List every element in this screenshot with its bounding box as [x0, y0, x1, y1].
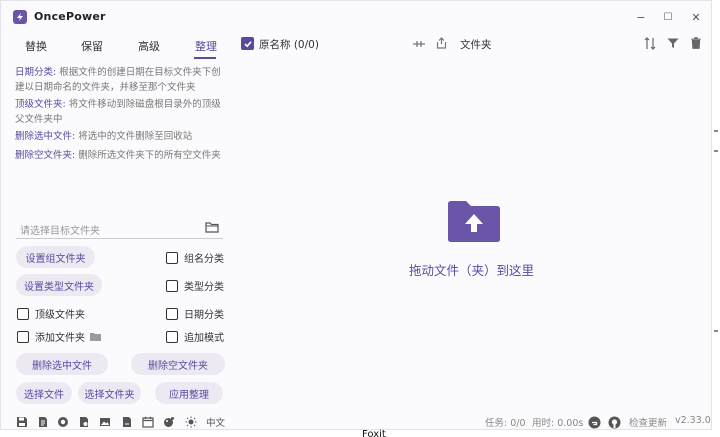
active-tab-indicator: [194, 57, 216, 59]
delete-selected-button[interactable]: 删除选中文件: [16, 353, 108, 375]
checkbox-label: 类型分类: [184, 282, 224, 293]
original-name-checkbox[interactable]: [241, 37, 254, 50]
background-edge-mark: [714, 130, 718, 132]
background-edge-mark: [714, 150, 718, 152]
folder-column-header[interactable]: 文件夹: [460, 37, 492, 52]
set-group-folder-button[interactable]: 设置组文件夹: [16, 246, 95, 268]
background-window-text: Foxit: [362, 429, 386, 437]
group-classify-checkbox[interactable]: 组名分类: [166, 250, 224, 265]
app-title: OncePower: [34, 10, 106, 23]
drop-zone-text: 拖动文件（夹）到这里: [409, 263, 535, 278]
add-folder-checkbox[interactable]: 添加文件夹: [17, 329, 102, 344]
select-folders-button[interactable]: 选择文件夹: [78, 382, 141, 404]
checkbox-label: 组名分类: [184, 254, 224, 265]
target-folder-input[interactable]: 请选择目标文件夹: [16, 217, 223, 239]
calendar-icon[interactable]: [142, 416, 154, 428]
checkbox-box[interactable]: [17, 330, 29, 343]
github-icon[interactable]: [608, 416, 621, 429]
desc-key: 删除选中文件:: [15, 131, 76, 142]
desc-date-classify: 日期分类: 根据文件的创建日期在目标文件夹下创建以日期命名的文件夹，并移至那个文…: [15, 65, 229, 95]
target-folder-placeholder: 请选择目标文件夹: [20, 226, 100, 237]
app-window: OncePower − ☐ ✕ 替换 保留 高级 整理 日期分类: 根据文件的创…: [0, 0, 712, 430]
set-type-folder-button[interactable]: 设置类型文件夹: [16, 274, 102, 296]
tab-advanced[interactable]: 高级: [138, 37, 160, 55]
export-icon[interactable]: [436, 37, 447, 49]
date-classify-checkbox[interactable]: 日期分类: [166, 306, 224, 321]
folder-icon: [90, 332, 101, 341]
background-edge-mark: [714, 330, 718, 332]
background-window-edge: [712, 0, 720, 437]
image-icon[interactable]: [99, 416, 111, 428]
document-list-icon[interactable]: [37, 416, 49, 428]
desc-delete-selected: 删除选中文件: 将选中的文件删除至回收站: [15, 129, 229, 144]
apply-organize-button[interactable]: 应用整理: [155, 382, 223, 404]
tab-replace[interactable]: 替换: [25, 37, 47, 55]
checkbox-box[interactable]: [166, 330, 178, 343]
select-files-button[interactable]: 选择文件: [16, 382, 72, 404]
task-count: 任务: 0/0: [485, 418, 526, 429]
desc-text: 将选中的文件删除至回收站: [75, 131, 193, 142]
app-logo-icon: [13, 10, 27, 24]
desc-key: 顶级文件夹:: [15, 99, 66, 110]
close-button[interactable]: ✕: [688, 9, 704, 25]
original-name-label: 原名称 (0/0): [259, 39, 319, 51]
append-mode-checkbox[interactable]: 追加模式: [166, 329, 224, 344]
tab-organize[interactable]: 整理: [195, 37, 217, 55]
upload-folder-icon[interactable]: [448, 200, 500, 242]
gitee-icon[interactable]: [588, 416, 601, 429]
checkbox-box[interactable]: [166, 251, 178, 264]
sort-icon[interactable]: [644, 37, 656, 50]
language-toggle[interactable]: 中文: [206, 415, 225, 429]
filter-icon[interactable]: [667, 38, 679, 49]
checkbox-box[interactable]: [166, 279, 178, 292]
desc-text: 删除所选文件夹下的所有空文件夹: [75, 150, 221, 161]
checkbox-label: 日期分类: [184, 310, 224, 321]
power-icon[interactable]: [57, 416, 69, 428]
file-icon[interactable]: [121, 416, 133, 428]
minimize-button[interactable]: −: [633, 9, 649, 25]
checkbox-box[interactable]: [166, 307, 178, 320]
palette-icon[interactable]: [163, 416, 175, 428]
tab-bar: 替换 保留 高级 整理: [15, 37, 225, 57]
checkbox-label: 追加模式: [184, 333, 224, 344]
checkbox-label: 添加文件夹: [35, 333, 85, 344]
desc-delete-empty: 删除空文件夹: 删除所选文件夹下的所有空文件夹: [15, 148, 229, 163]
check-update-link[interactable]: 检查更新: [629, 415, 667, 429]
save-icon[interactable]: [16, 416, 28, 428]
version-label: v2.33.0: [675, 415, 711, 426]
trash-icon[interactable]: [691, 37, 701, 49]
type-classify-checkbox[interactable]: 类型分类: [166, 278, 224, 293]
folder-open-icon[interactable]: [205, 221, 219, 233]
desc-key: 删除空文件夹:: [15, 150, 76, 161]
theme-sun-icon[interactable]: [185, 416, 197, 428]
title-bar: OncePower − ☐ ✕: [1, 1, 711, 33]
checkbox-box[interactable]: [17, 307, 29, 320]
top-folder-checkbox[interactable]: 顶级文件夹: [17, 306, 85, 321]
maximize-button[interactable]: ☐: [660, 9, 676, 25]
elapsed-time: 用时: 0.00s: [532, 418, 584, 429]
desc-key: 日期分类:: [15, 67, 57, 78]
checkbox-label: 顶级文件夹: [35, 310, 85, 321]
tab-keep[interactable]: 保留: [81, 37, 103, 55]
split-icon[interactable]: [412, 39, 426, 49]
desc-top-folder: 顶级文件夹: 将文件移动到除磁盘根目录外的顶级父文件夹中: [15, 97, 229, 127]
document-settings-icon[interactable]: [78, 416, 90, 428]
delete-empty-button[interactable]: 删除空文件夹: [131, 353, 225, 375]
